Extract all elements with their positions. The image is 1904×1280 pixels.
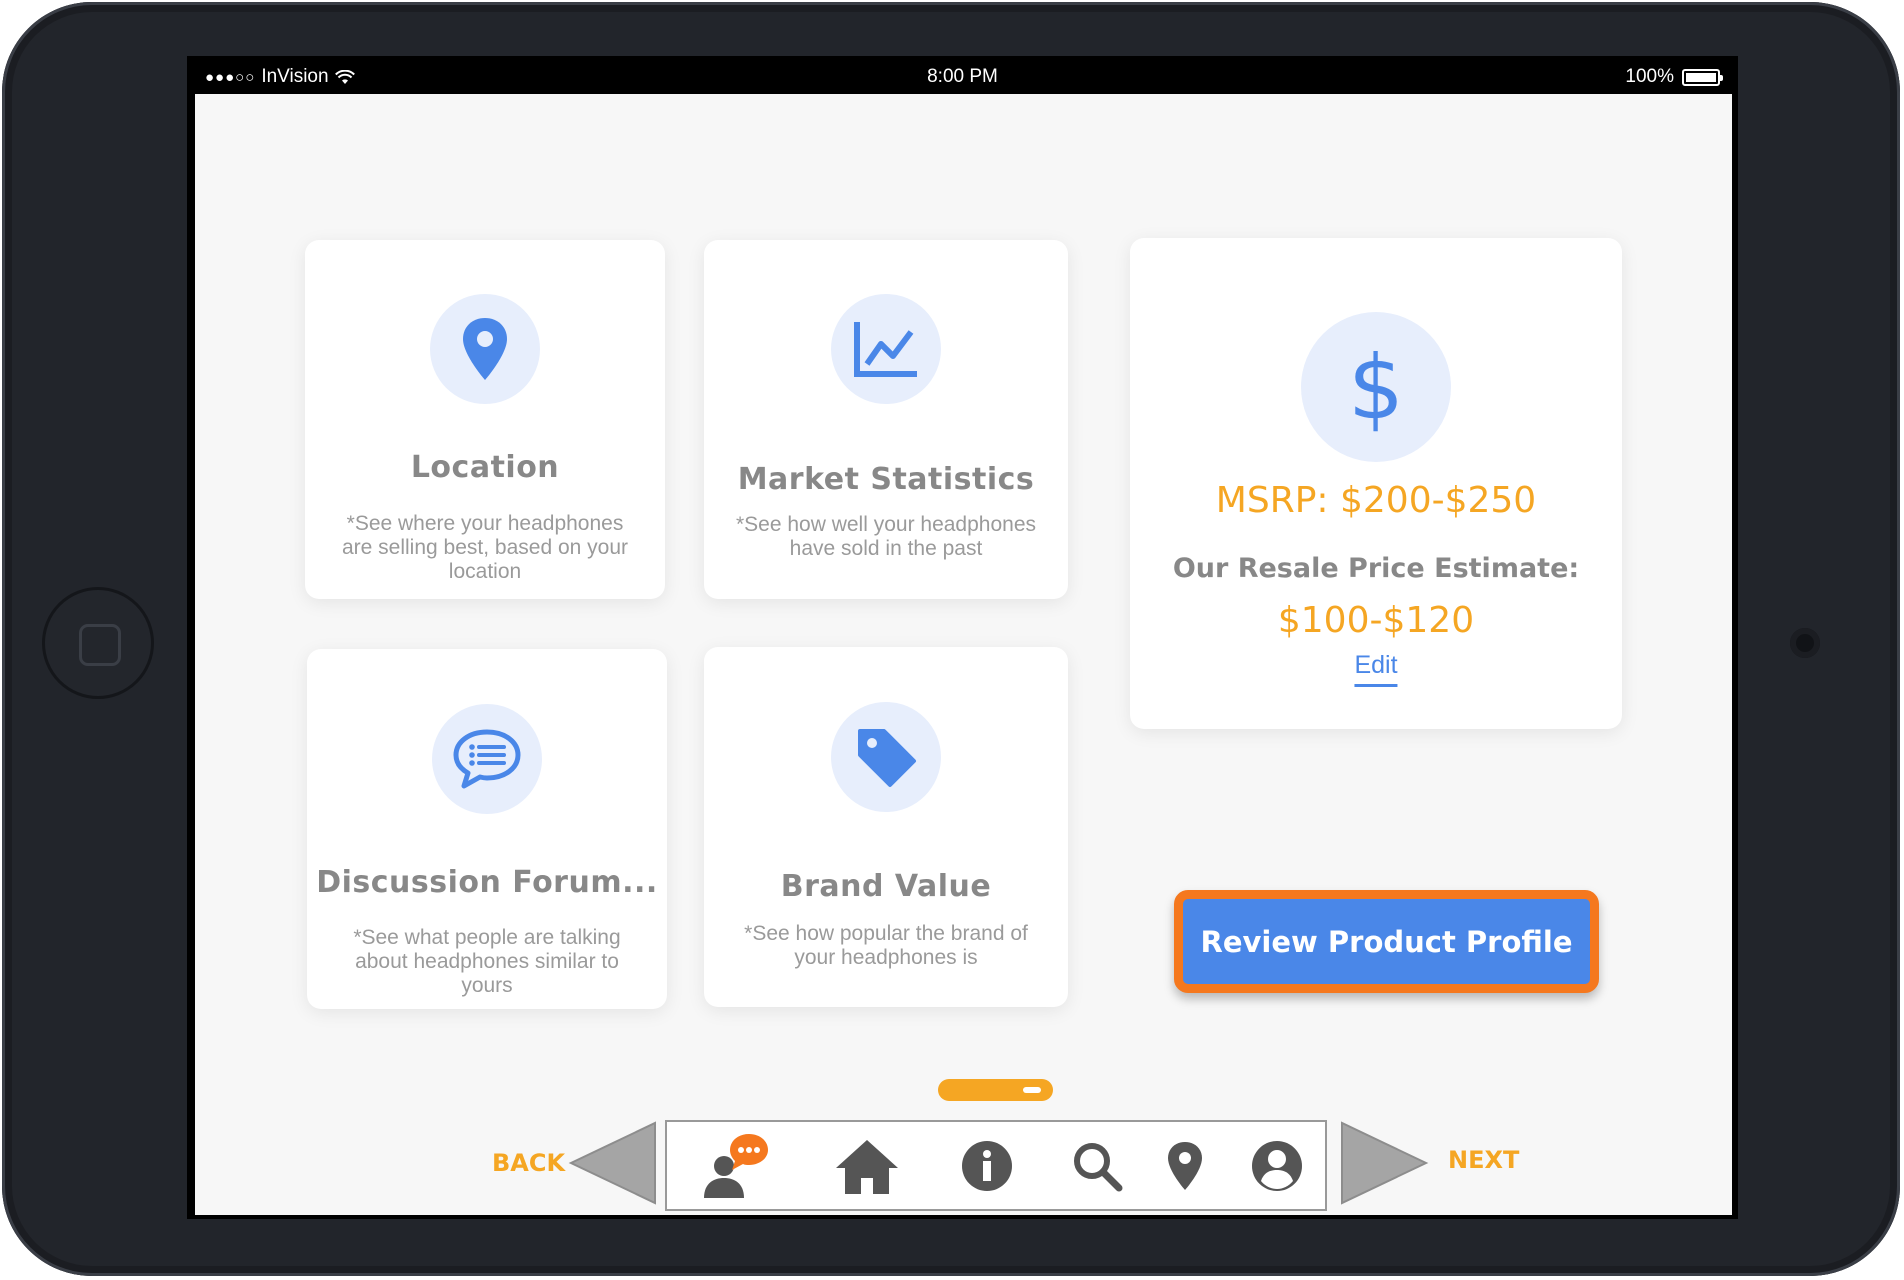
dollar-icon: $ — [1301, 312, 1451, 462]
home-button-square — [79, 624, 121, 666]
discussion-forum-card[interactable]: Discussion Forum... *See what people are… — [307, 649, 667, 1009]
search-icon — [1074, 1142, 1123, 1191]
profile-chat-icon — [704, 1133, 768, 1198]
card-title: Brand Value — [780, 869, 992, 904]
page-indicator-dot — [1023, 1087, 1041, 1093]
price-tag-icon — [831, 702, 941, 812]
nav-location[interactable] — [1145, 1122, 1225, 1209]
card-title: Market Statistics — [737, 462, 1035, 497]
front-camera — [1790, 628, 1820, 658]
price-estimate-card: $ MSRP: $200-$250 Our Resale Price Estim… — [1130, 238, 1622, 729]
location-pin-icon — [430, 294, 540, 404]
back-arrow-icon[interactable] — [567, 1120, 659, 1206]
location-card[interactable]: Location *See where your headphones are … — [305, 240, 665, 599]
line-chart-icon — [831, 294, 941, 404]
msrp-text: MSRP: $200-$250 — [1215, 480, 1537, 521]
next-arrow-icon[interactable] — [1338, 1120, 1430, 1206]
page-indicator — [938, 1079, 1053, 1101]
card-description: *See how popular the brand of your headp… — [744, 922, 1028, 969]
edit-link[interactable]: Edit — [1354, 651, 1398, 687]
speech-bubble-icon — [432, 704, 542, 814]
back-label[interactable]: BACK — [492, 1149, 565, 1177]
screen: ●●●○○ InVision 8:00 PM 100% Location *Se… — [187, 56, 1738, 1219]
account-icon — [1252, 1140, 1302, 1191]
card-title: Location — [410, 450, 560, 485]
card-description: *See what people are talking about headp… — [353, 926, 621, 997]
resale-estimate-value: $100-$120 — [1277, 600, 1475, 641]
status-right: 100% — [1625, 66, 1723, 88]
tablet-frame: ●●●○○ InVision 8:00 PM 100% Location *Se… — [2, 2, 1900, 1276]
review-product-profile-button[interactable]: Review Product Profile — [1174, 890, 1599, 993]
next-label[interactable]: NEXT — [1448, 1146, 1519, 1174]
battery-icon — [1682, 68, 1723, 86]
market-statistics-card[interactable]: Market Statistics *See how well your hea… — [704, 240, 1068, 599]
app-content: Location *See where your headphones are … — [195, 94, 1732, 1215]
nav-profile-chat[interactable] — [697, 1122, 787, 1209]
brand-value-card[interactable]: Brand Value *See how popular the brand o… — [704, 647, 1068, 1007]
card-description: *See how well your headphones have sold … — [735, 513, 1037, 560]
nav-info[interactable] — [942, 1122, 1032, 1209]
nav-home[interactable] — [822, 1122, 912, 1209]
bottom-nav-bar — [665, 1120, 1327, 1211]
nav-search[interactable] — [1052, 1122, 1142, 1209]
card-description: *See where your headphones are selling b… — [341, 512, 628, 583]
device-home-button[interactable] — [42, 587, 154, 699]
home-icon — [836, 1139, 898, 1194]
resale-estimate-label: Our Resale Price Estimate: — [1172, 553, 1580, 584]
card-title: Discussion Forum... — [316, 865, 658, 900]
battery-percent: 100% — [1625, 66, 1674, 87]
clock: 8:00 PM — [927, 66, 998, 87]
nav-account[interactable] — [1232, 1122, 1322, 1209]
location-icon — [1168, 1141, 1202, 1190]
info-icon — [962, 1140, 1012, 1191]
status-bar: ●●●○○ InVision 8:00 PM 100% — [187, 56, 1738, 94]
